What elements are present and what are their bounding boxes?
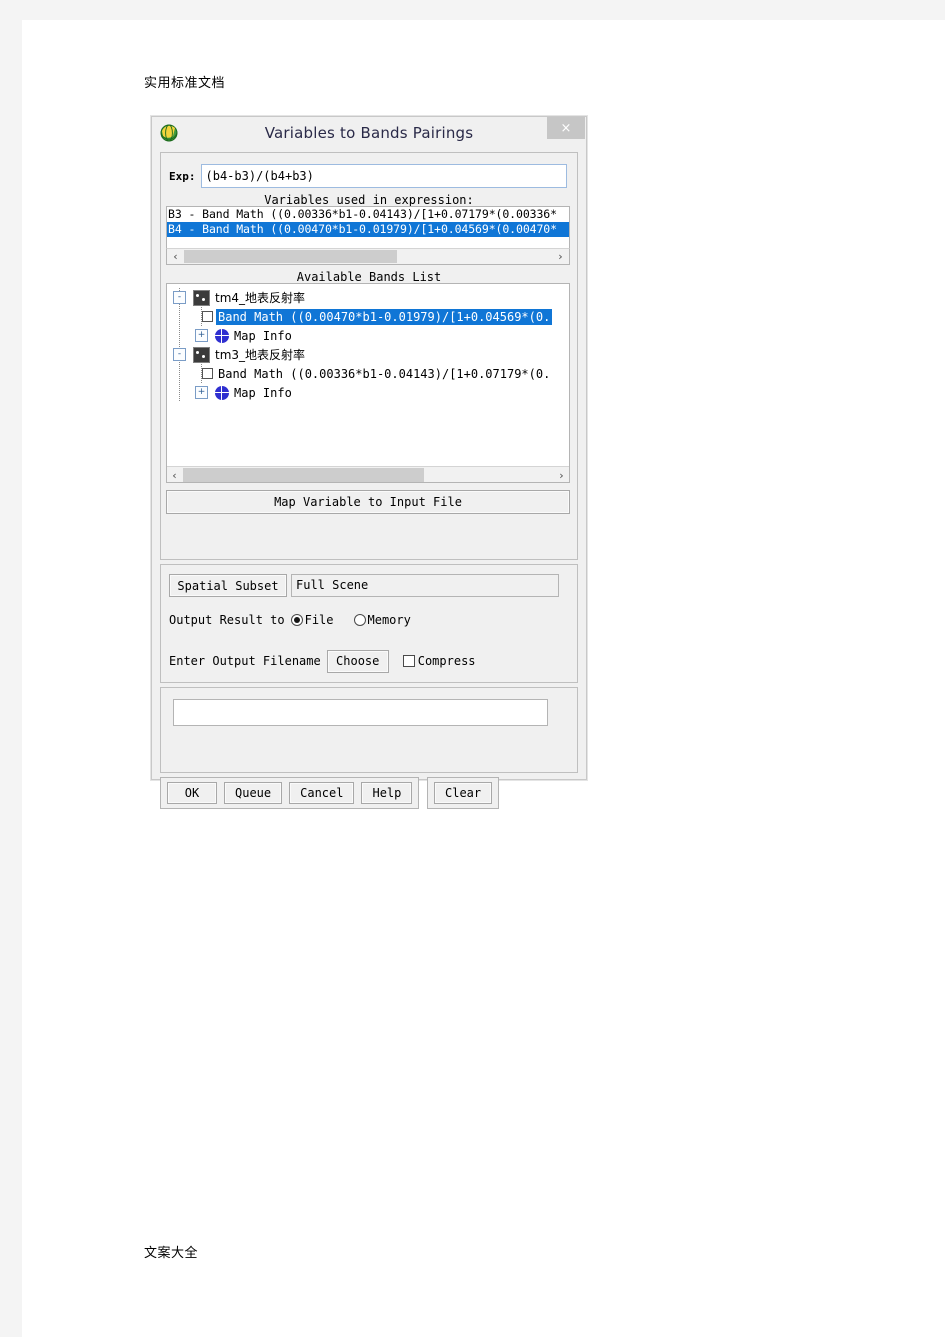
- variables-horizontal-scrollbar[interactable]: ‹ ›: [166, 248, 570, 265]
- dialog-title: Variables to Bands Pairings: [264, 124, 474, 142]
- expand-expander-icon[interactable]: +: [195, 386, 208, 399]
- output-options-panel: Spatial Subset Full Scene Output Result …: [160, 564, 578, 683]
- scroll-track[interactable]: [184, 249, 552, 264]
- expand-expander-icon[interactable]: +: [195, 329, 208, 342]
- scroll-track[interactable]: [183, 467, 553, 482]
- radio-memory[interactable]: [353, 614, 366, 626]
- scroll-left-icon[interactable]: ‹: [167, 249, 184, 264]
- document-header-text: 实用标准文档: [144, 76, 226, 91]
- collapse-expander-icon[interactable]: -: [173, 291, 186, 304]
- tree-item-map-info[interactable]: + Map Info: [167, 326, 569, 345]
- compress-label: Compress: [417, 654, 476, 668]
- output-filename-label: Enter Output Filename: [169, 654, 321, 668]
- tree-item-label: Band Math ((0.00470*b1-0.01979)/[1+0.045…: [216, 308, 553, 325]
- expression-variables-panel: Exp: Variables used in expression: B3 - …: [160, 152, 578, 560]
- bands-horizontal-scrollbar[interactable]: ‹ ›: [167, 466, 569, 482]
- spatial-subset-button[interactable]: Spatial Subset: [169, 574, 287, 597]
- tree-item-label: Map Info: [234, 385, 292, 400]
- help-button[interactable]: Help: [361, 782, 413, 804]
- band-checkbox-icon[interactable]: [202, 311, 213, 322]
- output-filename-input[interactable]: [173, 699, 548, 726]
- secondary-button-group: Clear: [427, 777, 500, 809]
- choose-button[interactable]: Choose: [326, 649, 389, 673]
- raster-icon: [193, 289, 210, 306]
- globe-icon: [215, 385, 229, 400]
- scroll-thumb[interactable]: [183, 468, 424, 482]
- radio-file[interactable]: [290, 614, 303, 626]
- tree-item-dataset[interactable]: - tm4_地表反射率: [167, 288, 569, 307]
- dialog-titlebar: Variables to Bands Pairings ×: [152, 117, 586, 149]
- scroll-right-icon[interactable]: ›: [553, 467, 569, 482]
- tree-item-label: Map Info: [234, 328, 292, 343]
- raster-icon: [193, 346, 210, 363]
- variable-row[interactable]: B3 - Band Math ((0.00336*b1-0.04143)/[1+…: [167, 207, 569, 222]
- variables-section-caption: Variables used in expression:: [264, 193, 474, 207]
- compress-checkbox[interactable]: [402, 655, 415, 667]
- expression-input[interactable]: [200, 164, 567, 188]
- scroll-thumb[interactable]: [184, 250, 398, 263]
- radio-memory-label: Memory: [367, 613, 411, 627]
- tree-item-map-info[interactable]: + Map Info: [167, 383, 569, 402]
- ok-button[interactable]: OK: [167, 782, 217, 804]
- spatial-subset-value: Full Scene: [291, 574, 559, 597]
- document-page: 实用标准文档 Variables to Bands Pairings × Exp…: [22, 20, 945, 1337]
- tree-item-label: Band Math ((0.00336*b1-0.04143)/[1+0.071…: [218, 366, 551, 381]
- globe-icon: [215, 328, 229, 343]
- expression-label: Exp:: [169, 169, 196, 183]
- output-result-row: Output Result to File Memory: [169, 610, 411, 630]
- scroll-left-icon[interactable]: ‹: [167, 467, 183, 482]
- clear-button[interactable]: Clear: [434, 782, 493, 804]
- tree-item-band[interactable]: Band Math ((0.00336*b1-0.04143)/[1+0.071…: [167, 364, 569, 383]
- tree-item-band[interactable]: Band Math ((0.00470*b1-0.01979)/[1+0.045…: [167, 307, 569, 326]
- cancel-button[interactable]: Cancel: [289, 782, 355, 804]
- available-bands-tree[interactable]: - tm4_地表反射率 Band Math ((0.00470*b1-0.019…: [166, 283, 570, 483]
- tree-item-label: tm4_地表反射率: [215, 291, 306, 305]
- collapse-expander-icon[interactable]: -: [173, 348, 186, 361]
- tree-item-dataset[interactable]: - tm3_地表反射率: [167, 345, 569, 364]
- close-icon[interactable]: ×: [547, 117, 585, 139]
- band-checkbox-icon[interactable]: [202, 368, 213, 379]
- output-filename-row: Enter Output Filename Choose Compress: [169, 649, 476, 673]
- document-footer-text: 文案大全: [144, 1246, 199, 1261]
- bands-section-caption: Available Bands List: [296, 270, 442, 284]
- variable-row[interactable]: B4 - Band Math ((0.00470*b1-0.01979)/[1+…: [167, 222, 569, 237]
- tree-item-label: tm3_地表反射率: [215, 348, 306, 362]
- expression-row: Exp:: [169, 163, 567, 189]
- scroll-right-icon[interactable]: ›: [552, 249, 569, 264]
- tree-root: - tm4_地表反射率 Band Math ((0.00470*b1-0.019…: [167, 284, 569, 402]
- primary-button-group: OK Queue Cancel Help: [160, 777, 420, 809]
- variables-to-bands-pairings-dialog: Variables to Bands Pairings × Exp: Varia…: [151, 116, 587, 809]
- queue-button[interactable]: Queue: [224, 782, 283, 804]
- output-filename-panel: [160, 687, 578, 773]
- output-result-label: Output Result to: [169, 613, 285, 627]
- radio-file-label: File: [304, 613, 334, 627]
- map-variable-to-input-file-button[interactable]: Map Variable to Input File: [166, 490, 570, 514]
